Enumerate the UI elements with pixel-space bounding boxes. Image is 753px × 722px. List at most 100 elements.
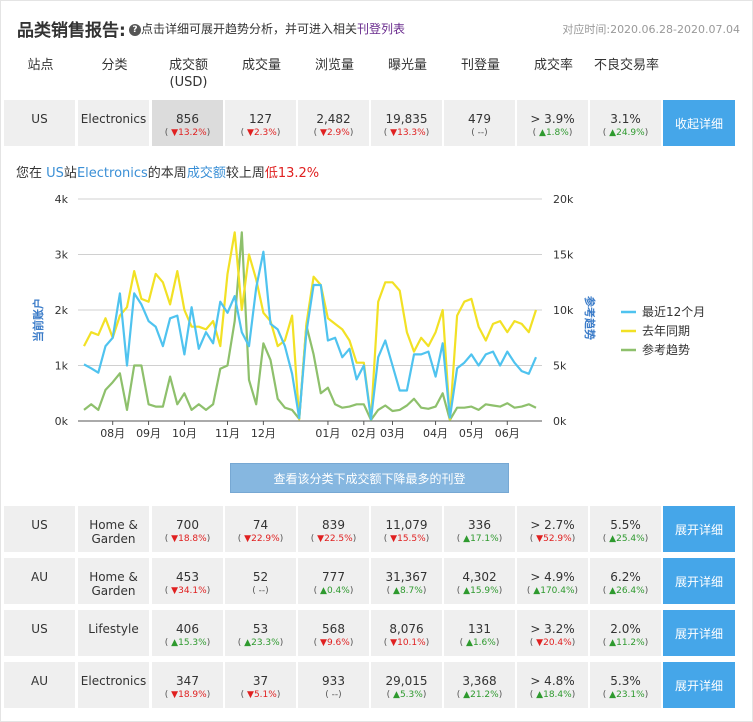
metric-value: 700: [176, 518, 199, 532]
toggle-detail-button[interactable]: 收起详细: [663, 100, 735, 146]
metric-value: 406: [176, 622, 199, 636]
y-left-tick-label: 1k: [55, 360, 69, 373]
metric-value: > 3.9%: [530, 112, 575, 126]
metric-value: > 2.7%: [530, 518, 575, 532]
x-tick-label: 08月: [100, 427, 125, 440]
x-tick-label: 01月: [315, 427, 340, 440]
change-percent: 52.9%: [543, 534, 572, 544]
down-arrow-icon: ▼: [320, 128, 327, 138]
up-arrow-icon: ▲: [466, 638, 473, 648]
metric-change: ( ▲15.3%): [164, 638, 211, 648]
column-header-label: 站点: [27, 58, 54, 73]
change-percent: 15.5%: [397, 534, 426, 544]
report-title: 品类销售报告:: [17, 21, 126, 41]
y-right-axis-title: 参考趋势: [583, 296, 597, 340]
category-cell: Home & Garden: [78, 506, 151, 552]
metric-value: 8,076: [389, 622, 424, 636]
metric-change: ( ▼20.4%): [529, 638, 576, 648]
metric-value: 53: [252, 622, 269, 636]
metric-value: 839: [322, 518, 345, 532]
metric-value: 453: [176, 570, 199, 584]
x-tick-label: 11月: [215, 427, 240, 440]
y-right-tick-label: 20k: [553, 193, 574, 206]
metric-cell: 336 ( ▲17.1%): [444, 506, 517, 552]
y-left-tick-label: 2k: [55, 304, 69, 317]
metric-value: > 4.8%: [530, 674, 575, 688]
change-percent: 5.3%: [399, 690, 423, 700]
metric-cell: 856 ( ▼13.2%): [152, 100, 225, 146]
metric-change: ( ▲23.3%): [237, 638, 284, 648]
metric-value: 3.1%: [610, 112, 641, 126]
y-right-tick-label: 0k: [553, 415, 567, 428]
column-header: 分类: [78, 57, 151, 74]
toggle-detail-button[interactable]: 展开详细: [663, 558, 735, 604]
metric-change: ( ▼52.9%): [529, 534, 576, 544]
up-arrow-icon: ▲: [320, 586, 327, 596]
toggle-detail-button[interactable]: 展开详细: [663, 662, 735, 708]
show-top-decline-listings-button[interactable]: 查看该分类下成交额下降最多的刊登: [230, 463, 509, 493]
metric-cell: 453 ( ▼34.1%): [152, 558, 225, 604]
column-header: 浏览量: [298, 57, 371, 74]
site-cell: US: [4, 610, 77, 656]
metric-value: 3,368: [462, 674, 497, 688]
metric-cell: 700 ( ▼18.8%): [152, 506, 225, 552]
metric-change: ( ▲11.2%): [602, 638, 649, 648]
change-percent: 18.4%: [543, 690, 572, 700]
metric-value: 568: [322, 622, 345, 636]
category-cell: Electronics: [78, 662, 151, 708]
metric-value: 933: [322, 674, 345, 688]
x-tick-label: 04月: [423, 427, 448, 440]
metric-cell: > 2.7% ( ▼52.9%): [517, 506, 590, 552]
metric-change: ( ▼2.3%): [240, 128, 281, 138]
change-percent: 18.9%: [178, 690, 207, 700]
metric-cell: 347 ( ▼18.9%): [152, 662, 225, 708]
y-left-tick-label: 4k: [55, 193, 69, 206]
toggle-detail-button[interactable]: 展开详细: [663, 506, 735, 552]
site-cell: US: [4, 506, 77, 552]
metric-cell: 479 ( --): [444, 100, 517, 146]
change-percent: 1.8%: [545, 128, 569, 138]
y-left-tick-label: 0k: [55, 415, 69, 428]
site-code: US: [31, 112, 48, 126]
change-percent: 23.1%: [616, 690, 645, 700]
metric-cell: 2,482 ( ▼2.9%): [298, 100, 371, 146]
metric-cell: 37 ( ▼5.1%): [225, 662, 298, 708]
change-percent: 2.3%: [253, 128, 277, 138]
column-header-label: 浏览量: [314, 58, 354, 73]
change-percent: 17.1%: [470, 534, 499, 544]
metric-change: ( ▼5.1%): [240, 690, 281, 700]
metric-change: ( ▲21.2%): [456, 690, 503, 700]
metric-value: 6.2%: [610, 570, 641, 584]
metric-change: ( ▲18.4%): [529, 690, 576, 700]
period-label: 对应时间:2020.06.28-2020.07.04: [562, 23, 740, 36]
y-right-tick-label: 15k: [553, 249, 574, 262]
x-tick-label: 05月: [459, 427, 484, 440]
metric-change: ( ▼10.1%): [383, 638, 430, 648]
metric-cell: > 3.9% ( ▲1.8%): [517, 100, 590, 146]
metric-change: ( ▲170.4%): [526, 586, 579, 596]
metric-value: 29,015: [385, 674, 428, 688]
category-cell: Home & Garden: [78, 558, 151, 604]
metric-cell: 3.1% ( ▲24.9%): [590, 100, 663, 146]
metric-value: 31,367: [385, 570, 428, 584]
listing-link[interactable]: 刊登列表: [357, 22, 405, 36]
change-percent: 10.1%: [397, 638, 426, 648]
metric-value: 131: [468, 622, 491, 636]
change-percent: 13.2%: [178, 128, 207, 138]
metric-cell: 8,076 ( ▼10.1%): [371, 610, 444, 656]
metric-cell: 839 ( ▼22.5%): [298, 506, 371, 552]
change-percent: 1.6%: [472, 638, 496, 648]
metric-change: ( ▲26.4%): [602, 586, 649, 596]
metric-cell: 5.5% ( ▲25.4%): [590, 506, 663, 552]
metric-change: ( ▼18.8%): [164, 534, 211, 544]
toggle-detail-button[interactable]: 展开详细: [663, 610, 735, 656]
metric-cell: 5.3% ( ▲23.1%): [590, 662, 663, 708]
metric-value: 5.3%: [610, 674, 641, 688]
legend-label: 参考趋势: [642, 342, 690, 357]
site-code: AU: [31, 674, 48, 688]
change-percent: 18.8%: [178, 534, 207, 544]
metric-value: 127: [249, 112, 272, 126]
metric-cell: > 4.9% ( ▲170.4%): [517, 558, 590, 604]
legend-label: 最近12个月: [642, 305, 705, 319]
column-header-label: 成交量: [241, 58, 281, 73]
